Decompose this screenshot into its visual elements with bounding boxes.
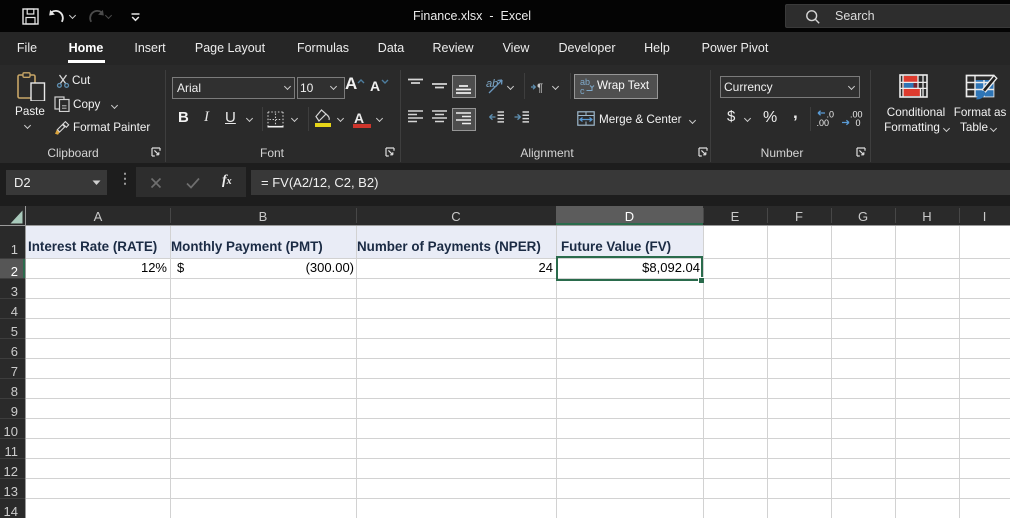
- svg-text:ab: ab: [486, 78, 498, 90]
- svg-text:.00: .00: [817, 118, 830, 127]
- svg-text:0: 0: [856, 118, 861, 127]
- svg-text:¶: ¶: [537, 83, 543, 93]
- svg-text:c: c: [580, 86, 585, 96]
